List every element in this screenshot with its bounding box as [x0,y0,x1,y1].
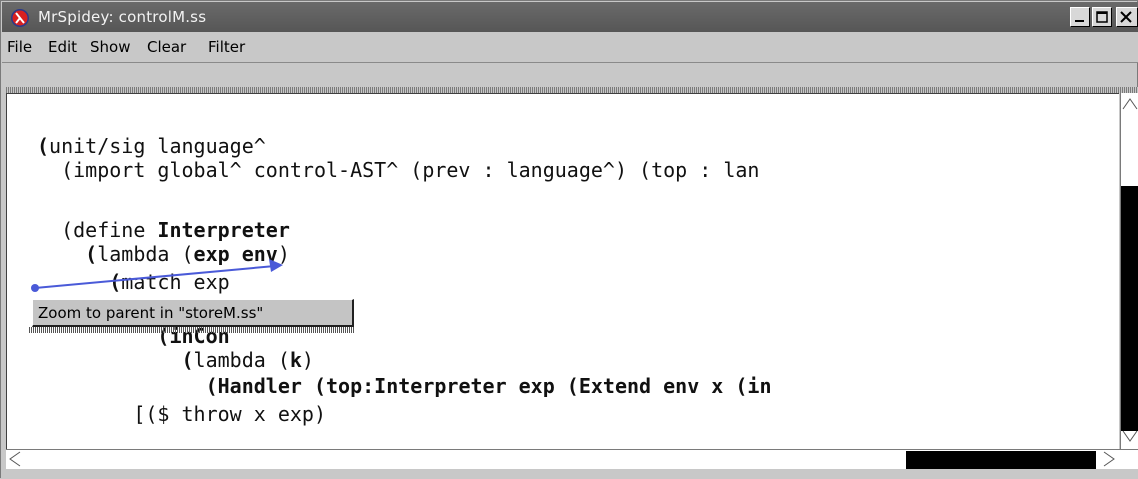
vertical-scroll-thumb[interactable] [1121,186,1138,431]
menu-filter[interactable]: Filter [208,38,245,56]
scroll-up-icon[interactable] [1121,93,1138,115]
minimize-icon [1075,20,1084,22]
menu-clear[interactable]: Clear [147,38,186,56]
scroll-left-icon[interactable] [6,450,26,469]
scroll-down-icon[interactable] [1121,427,1138,447]
close-icon [1120,11,1132,23]
zoom-parent-label: Zoom to parent in "storeM.ss" [38,304,264,322]
code-token: [($ throw x exp) [37,402,326,426]
code-line[interactable]: [($ throw x exp) [37,402,326,426]
tooltip-shadow [29,327,355,333]
title-bar[interactable]: MrSpidey: controlM.ss [2,2,1138,32]
menu-bar: File Edit Show Clear Filter [2,32,1138,63]
window-title: MrSpidey: controlM.ss [38,8,207,26]
menu-file[interactable]: File [7,38,32,56]
dependency-arrow[interactable] [7,94,407,394]
close-button[interactable] [1116,7,1138,27]
zoom-parent-popup[interactable]: Zoom to parent in "storeM.ss" [32,299,354,327]
vertical-scrollbar[interactable] [1120,93,1138,449]
horizontal-scroll-thumb[interactable] [906,451,1096,469]
maximize-button[interactable] [1092,7,1112,27]
scroll-right-icon[interactable] [1098,450,1118,469]
minimize-button[interactable] [1070,7,1090,27]
menu-show[interactable]: Show [90,38,130,56]
app-window: MrSpidey: controlM.ss File Edit Show Cle… [0,0,1138,479]
maximize-icon [1096,11,1108,23]
code-editor[interactable]: (unit/sig language^ (import global^ cont… [6,93,1119,449]
horizontal-scrollbar[interactable] [6,449,1138,469]
menu-edit[interactable]: Edit [48,38,77,56]
app-icon[interactable] [10,8,30,28]
